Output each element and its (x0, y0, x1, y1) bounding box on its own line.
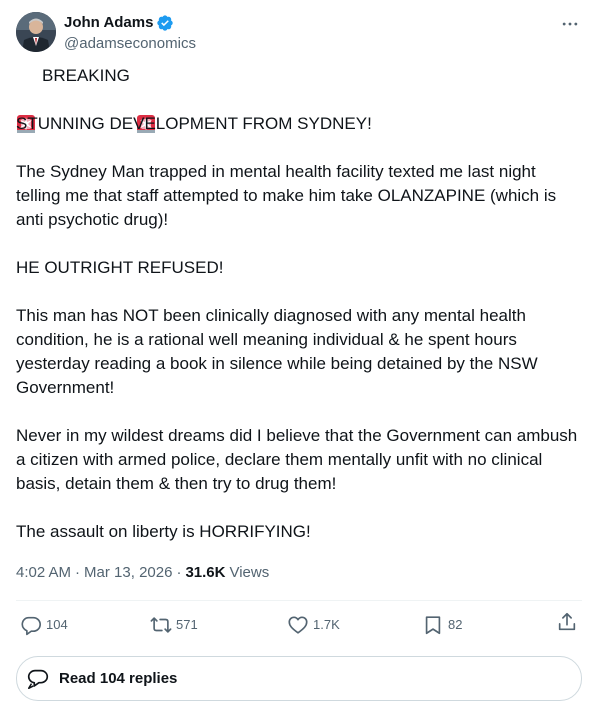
breaking-label: BREAKING (42, 66, 130, 85)
heart-icon (288, 616, 308, 634)
tweet-header: John Adams @adamseconomics (16, 12, 582, 56)
repost-button[interactable]: 571 (150, 611, 198, 639)
bookmark-button[interactable]: 82 (422, 611, 462, 639)
name-row: John Adams (64, 13, 174, 33)
more-dots-icon (562, 22, 578, 26)
repost-count: 571 (176, 617, 198, 632)
share-button[interactable] (556, 611, 578, 633)
read-replies-label: Read 104 replies (59, 670, 178, 687)
tweet-meta: 4:02 AM · Mar 13, 2026 · 31.6K Views (16, 563, 269, 583)
repost-icon (150, 617, 172, 633)
share-icon (558, 612, 576, 631)
reply-count: 104 (46, 617, 68, 632)
tweet-paragraph: The assault on liberty is HORRIFYING! (16, 522, 311, 541)
read-replies-button[interactable]: Read 104 replies (16, 656, 582, 701)
display-name[interactable]: John Adams (64, 13, 153, 33)
police-light-icon (16, 66, 36, 133)
police-light-icon (136, 66, 156, 133)
tweet-date[interactable]: Mar 13, 2026 (84, 563, 172, 583)
avatar-portrait-icon (16, 12, 56, 52)
tweet-time[interactable]: 4:02 AM (16, 563, 71, 583)
meta-separator: · (75, 564, 81, 581)
tweet-paragraph: HE OUTRIGHT REFUSED! (16, 258, 224, 277)
tweet-paragraph: This man has NOT been clinically diagnos… (16, 306, 543, 397)
tweet-paragraph: STUNNING DEVELOPMENT FROM SYDNEY! (16, 114, 372, 133)
bookmark-count: 82 (448, 617, 463, 632)
tweet-text: BREAKING STUNNING DEVELOPMENT FROM SYDNE… (16, 64, 582, 544)
verified-badge-icon[interactable] (156, 14, 174, 32)
meta-separator: · (176, 564, 182, 581)
views-count[interactable]: 31.6K (185, 563, 225, 583)
tweet-card: John Adams @adamseconomics BREAKING STUN… (0, 0, 598, 710)
avatar[interactable] (16, 12, 56, 52)
more-button[interactable] (558, 12, 582, 36)
breaking-line: BREAKING (16, 64, 582, 133)
like-button[interactable]: 1.7K (287, 611, 340, 639)
tweet-paragraph: The Sydney Man trapped in mental health … (16, 162, 561, 229)
reply-bubbles-icon (27, 669, 49, 689)
reply-button[interactable]: 104 (20, 611, 68, 639)
tweet-paragraph: Never in my wildest dreams did I believe… (16, 426, 582, 493)
divider (16, 600, 582, 601)
bookmark-icon (425, 616, 441, 635)
like-count: 1.7K (313, 617, 340, 632)
views-label: Views (229, 564, 270, 581)
action-bar: 104 571 1.7K 82 (16, 611, 582, 639)
handle[interactable]: @adamseconomics (64, 34, 196, 54)
reply-icon (21, 616, 41, 636)
